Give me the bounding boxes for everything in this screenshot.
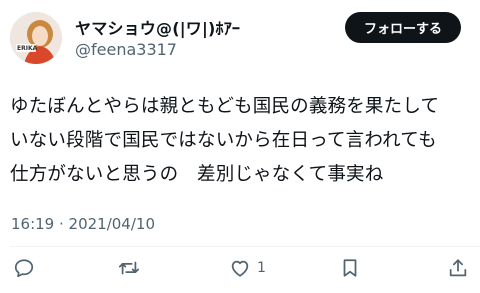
like-count: 1 bbox=[257, 260, 266, 276]
avatar-badge-text: ERIKA bbox=[17, 45, 38, 52]
bookmark-button[interactable] bbox=[339, 256, 361, 280]
tweet-text-line: いない段階で国民ではないから在日って言われても bbox=[10, 130, 437, 151]
avatar[interactable]: ERIKA bbox=[10, 12, 62, 64]
reply-icon bbox=[14, 259, 34, 278]
divider bbox=[10, 246, 480, 247]
tweet-text: ゆたぼんとやらは親ともども国民の義務を果たして いない段階で国民ではないから在日… bbox=[10, 90, 472, 192]
reply-button[interactable] bbox=[13, 256, 35, 280]
retweet-icon bbox=[118, 261, 140, 275]
share-button[interactable] bbox=[447, 256, 469, 280]
like-button[interactable]: 1 bbox=[229, 256, 266, 280]
tweet-timestamp[interactable]: 16:19 · 2021/04/10 bbox=[11, 215, 155, 233]
heart-icon bbox=[231, 260, 249, 277]
share-icon bbox=[449, 259, 467, 277]
tweet-text-line: ゆたぼんとやらは親ともども国民の義務を果たして bbox=[10, 96, 440, 117]
tweet-card: ERIKA ヤマショウ@(|ワ|)ﾎｱｰ @feena3317 フォローする ゆ… bbox=[0, 0, 480, 293]
user-handle[interactable]: @feena3317 bbox=[75, 40, 177, 59]
follow-button[interactable]: フォローする bbox=[345, 12, 461, 43]
bookmark-icon bbox=[343, 259, 357, 277]
tweet-text-line: 仕方がないと思うの 差別じゃなくて事実ね bbox=[10, 164, 384, 185]
retweet-button[interactable] bbox=[118, 256, 140, 280]
avatar-image bbox=[10, 12, 62, 64]
display-name[interactable]: ヤマショウ@(|ワ|)ﾎｱｰ bbox=[75, 15, 240, 39]
